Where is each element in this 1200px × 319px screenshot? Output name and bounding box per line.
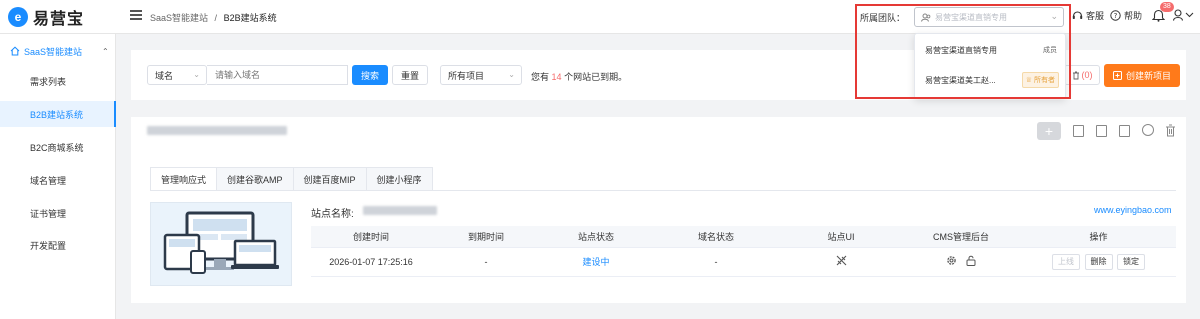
site-name-redacted	[363, 206, 437, 215]
sidebar-item-b2c[interactable]: B2C商城系统	[0, 134, 116, 160]
cell-cms	[901, 247, 1021, 277]
svg-text:?: ?	[1114, 12, 1118, 20]
reset-button[interactable]: 重置	[392, 65, 428, 85]
cell-created: 2026-01-07 17:25:16	[311, 247, 431, 277]
cell-actions: 上线 删除 锁定	[1021, 247, 1176, 277]
expire-count[interactable]: 14	[552, 72, 562, 82]
cell-status[interactable]: 建设中	[541, 247, 651, 277]
col-status: 站点状态	[541, 226, 651, 248]
logo-text: 易营宝	[33, 11, 85, 28]
create-project-label: 创建新项目	[1125, 71, 1171, 81]
col-cms: CMS管理后台	[901, 226, 1021, 248]
site-name-label: 站点名称:	[311, 209, 354, 220]
calendar-icon[interactable]	[1073, 125, 1084, 137]
expire-prefix: 您有	[531, 72, 550, 82]
breadcrumb-separator: /	[214, 13, 218, 23]
create-project-button[interactable]: 创建新项目	[1104, 64, 1180, 87]
site-table: 创建时间 到期时间 站点状态 域名状态 站点UI CMS管理后台 操作 2026…	[311, 226, 1176, 277]
delete-icon[interactable]	[1165, 124, 1176, 139]
support-label: 客服	[1086, 11, 1105, 21]
site-thumbnail[interactable]	[150, 202, 292, 286]
settings-icon[interactable]	[946, 255, 957, 266]
sidebar-item-requirements[interactable]: 需求列表	[0, 68, 116, 94]
sidebar-item-label: 域名管理	[30, 175, 67, 186]
col-domain-status: 域名状态	[651, 226, 781, 248]
document-icon[interactable]	[1096, 125, 1107, 137]
copy-icon[interactable]	[1119, 125, 1130, 137]
domain-search-input[interactable]	[207, 65, 348, 85]
site-tabs: 管理响应式 创建谷歌AMP 创建百度MIP 创建小程序	[150, 167, 433, 191]
tab-responsive[interactable]: 管理响应式	[150, 167, 218, 191]
publish-button[interactable]: 上线	[1051, 253, 1080, 270]
col-actions: 操作	[1021, 226, 1176, 248]
project-select-value: 所有项目	[448, 70, 485, 81]
tab-mip[interactable]: 创建百度MIP	[293, 167, 367, 191]
expire-suffix: 个网站已到期。	[564, 72, 628, 82]
cell-expires: -	[431, 247, 541, 277]
table-row: 2026-01-07 17:25:16 - 建设中 - 上线 删除 锁定	[311, 247, 1176, 277]
add-button[interactable]: +	[1037, 122, 1061, 140]
site-title-redacted	[147, 126, 287, 135]
domain-type-select[interactable]: 域名 ⌄	[147, 65, 207, 85]
trash-icon	[1072, 71, 1079, 79]
help-label: 帮助	[1124, 11, 1143, 21]
cell-site-ui	[781, 247, 901, 277]
expire-notice: 您有 14 个网站已到期。	[531, 70, 627, 83]
home-icon	[10, 46, 20, 56]
recycle-count: (0)	[1081, 70, 1093, 80]
sidebar-group-saas[interactable]: SaaS智能建站 ⌃	[0, 40, 116, 62]
tab-amp[interactable]: 创建谷歌AMP	[217, 167, 294, 191]
sidebar-item-label: 开发配置	[30, 240, 67, 251]
sidebar-group-label: SaaS智能建站	[24, 46, 83, 57]
highlight-box	[855, 4, 1071, 99]
help-link[interactable]: ? 帮助	[1110, 9, 1142, 22]
project-select[interactable]: 所有项目 ⌄	[440, 65, 522, 85]
headset-icon	[1072, 11, 1083, 19]
sidebar-item-label: B2C商城系统	[30, 142, 84, 153]
sidebar-item-certificates[interactable]: 证书管理	[0, 200, 116, 226]
support-link[interactable]: 客服	[1072, 9, 1104, 22]
design-tools-icon[interactable]	[836, 255, 847, 266]
sidebar-item-label: 需求列表	[30, 76, 67, 87]
chevron-down-icon: ⌄	[508, 70, 515, 79]
search-button[interactable]: 搜索	[352, 65, 388, 85]
sidebar-item-domains[interactable]: 域名管理	[0, 167, 116, 193]
chevron-up-icon: ⌃	[102, 46, 109, 56]
tab-divider	[150, 190, 1176, 191]
chevron-down-icon: ⌄	[193, 70, 200, 79]
sidebar-item-b2b[interactable]: B2B建站系统	[0, 101, 116, 127]
cell-domain-status: -	[651, 247, 781, 277]
sidebar-item-label: B2B建站系统	[30, 109, 84, 120]
notification-count: 38	[1160, 2, 1174, 12]
lock-button[interactable]: 锁定	[1117, 253, 1146, 270]
lock-icon[interactable]	[966, 255, 976, 266]
notification-bell[interactable]: 38	[1151, 2, 1174, 22]
breadcrumb-root[interactable]: SaaS智能建站	[150, 13, 208, 23]
globe-icon[interactable]	[1142, 124, 1154, 136]
menu-toggle-icon[interactable]	[130, 10, 142, 22]
domain-type-value: 域名	[155, 70, 174, 81]
col-created: 创建时间	[311, 226, 431, 248]
tab-mini-program[interactable]: 创建小程序	[366, 167, 433, 191]
breadcrumb: SaaS智能建站 / B2B建站系统	[150, 11, 277, 24]
col-expires: 到期时间	[431, 226, 541, 248]
site-url-link[interactable]: www.eyingbao.com	[1094, 205, 1172, 215]
devices-illustration	[163, 211, 279, 274]
delete-button[interactable]: 删除	[1084, 253, 1113, 270]
breadcrumb-current: B2B建站系统	[223, 13, 277, 23]
logo-mark: e	[8, 7, 28, 27]
table-header-row: 创建时间 到期时间 站点状态 域名状态 站点UI CMS管理后台 操作	[311, 226, 1176, 248]
user-icon	[1172, 9, 1194, 21]
create-icon	[1112, 71, 1122, 80]
user-menu[interactable]	[1172, 9, 1195, 23]
sidebar-item-dev-config[interactable]: 开发配置	[0, 232, 116, 258]
help-icon: ?	[1110, 10, 1121, 21]
sidebar-item-label: 证书管理	[30, 208, 67, 219]
logo[interactable]: e 易营宝	[8, 6, 114, 28]
col-site-ui: 站点UI	[781, 226, 901, 248]
